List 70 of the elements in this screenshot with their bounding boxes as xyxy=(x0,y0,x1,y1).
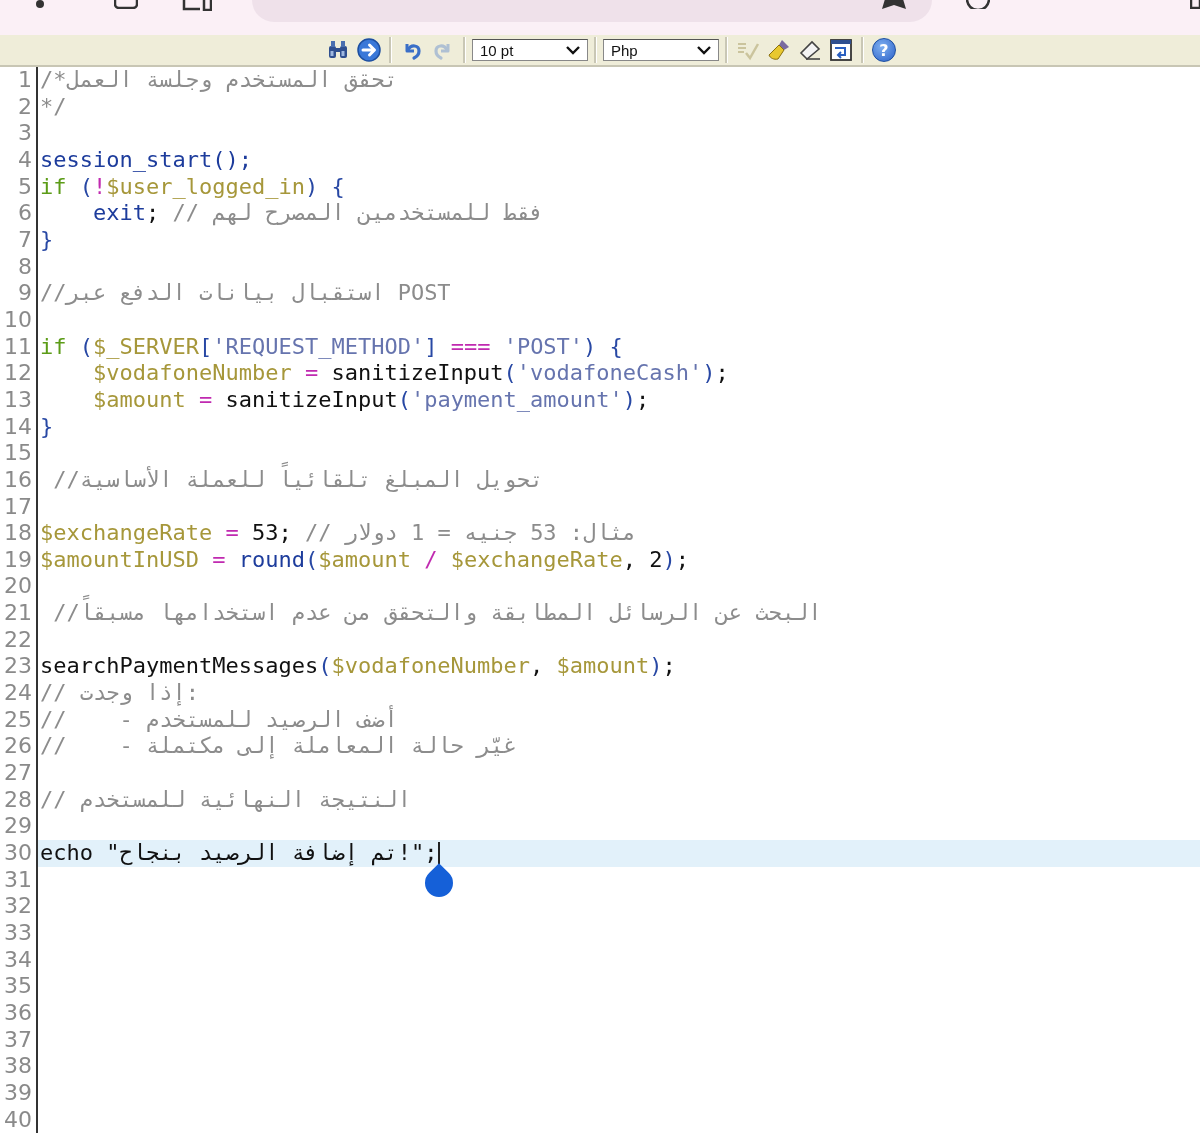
line-number: 31 xyxy=(0,866,38,894)
code-line: //البحث عن الرسائل المطابقة والتحقق من عدم استخدامها مسبقاً xyxy=(40,595,822,632)
code-line: //تحويل المبلغ تلقائياً للعملة الأساسية xyxy=(40,461,544,499)
line-number: 8 xyxy=(0,253,38,281)
code-line: if ($_SERVER['REQUEST_METHOD'] === 'POST') { xyxy=(40,332,623,361)
code-line: $vodafoneNumber = sanitizeInput('vodafoneCash'); xyxy=(91,359,729,388)
tab-switcher-icon[interactable] xyxy=(114,0,138,9)
code-line: session_start(); xyxy=(40,145,252,174)
line-number: 12 xyxy=(0,360,38,387)
line-number: 35 xyxy=(0,973,38,1000)
line-number: 29 xyxy=(0,813,38,841)
line-number: 24 xyxy=(0,680,38,707)
code-line: */ xyxy=(40,92,67,121)
line-number: 23 xyxy=(0,653,38,681)
line-number: 10 xyxy=(0,306,38,334)
line-number: 3 xyxy=(0,120,38,147)
line-number: 27 xyxy=(0,760,38,787)
code-line: if (!$user_logged_in) { xyxy=(40,172,345,201)
line-number: 6 xyxy=(0,200,38,227)
chevron-down-icon xyxy=(565,45,581,55)
line-number: 13 xyxy=(0,386,38,414)
star-icon[interactable] xyxy=(882,0,906,9)
line-number: 38 xyxy=(0,1053,38,1080)
account-icon[interactable] xyxy=(966,0,990,9)
code-line: echo "تم إضافة الرصيد بنجاح!"; xyxy=(40,839,438,868)
line-number: 34 xyxy=(0,946,38,974)
code-line: // إذا وجدت: xyxy=(40,679,199,708)
code-line: /*تحقق المستخدم وجلسة العمل xyxy=(40,67,398,94)
line-number: 40 xyxy=(0,1106,38,1134)
line-number: 5 xyxy=(0,173,38,201)
line-number: 33 xyxy=(0,920,38,947)
line-number: 22 xyxy=(0,626,38,654)
code-line: } xyxy=(40,225,54,254)
devices-icon[interactable] xyxy=(182,0,212,11)
eraser-icon[interactable] xyxy=(798,38,822,62)
code-line: searchPaymentMessages($vodafoneNumber, $amount); xyxy=(40,652,676,681)
line-number: 39 xyxy=(0,1079,38,1107)
line-number: 26 xyxy=(0,733,38,761)
line-number: 9 xyxy=(0,280,38,307)
arrow-circle-icon[interactable] xyxy=(357,38,381,62)
line-number: 15 xyxy=(0,440,38,467)
code-line: // - أضف الرصيد للمستخدم xyxy=(40,705,398,734)
code-line: } xyxy=(40,412,54,441)
line-number: 28 xyxy=(0,786,38,814)
line-number: 36 xyxy=(0,999,38,1027)
code-line: // - غيّر حالة المعاملة إلى مكتملة xyxy=(40,732,517,761)
line-number: 2 xyxy=(0,93,38,121)
line-number: 21 xyxy=(0,600,38,627)
line-number: 4 xyxy=(0,146,38,174)
line-number: 16 xyxy=(0,466,38,494)
chevron-down-icon xyxy=(696,45,712,55)
line-number: 17 xyxy=(0,493,38,521)
line-number: 11 xyxy=(0,333,38,361)
line-number: 37 xyxy=(0,1026,38,1054)
dropdown[interactable]: Php xyxy=(603,39,719,61)
code-line: //استقبال بيانات الدفع عبر POST xyxy=(40,279,451,308)
menu-dots-icon[interactable] xyxy=(36,0,44,8)
dropdown[interactable]: 10 pt xyxy=(472,39,588,61)
line-number: 25 xyxy=(0,706,38,734)
line-number: 20 xyxy=(0,573,38,601)
code-line: $amountInUSD = round($amount / $exchangeRate, 2); xyxy=(40,545,690,574)
line-number: 18 xyxy=(0,520,38,547)
line-number: 1 xyxy=(0,67,38,94)
code-line: // النتيجة النهائية للمستخدم xyxy=(40,785,411,814)
code-line: $amount = sanitizeInput('payment_amount'); xyxy=(91,385,650,414)
line-number: 32 xyxy=(0,893,38,920)
line-number: 7 xyxy=(0,226,38,254)
brush-icon[interactable] xyxy=(767,38,791,62)
line-number: 19 xyxy=(0,546,38,574)
line-number: 14 xyxy=(0,413,38,441)
